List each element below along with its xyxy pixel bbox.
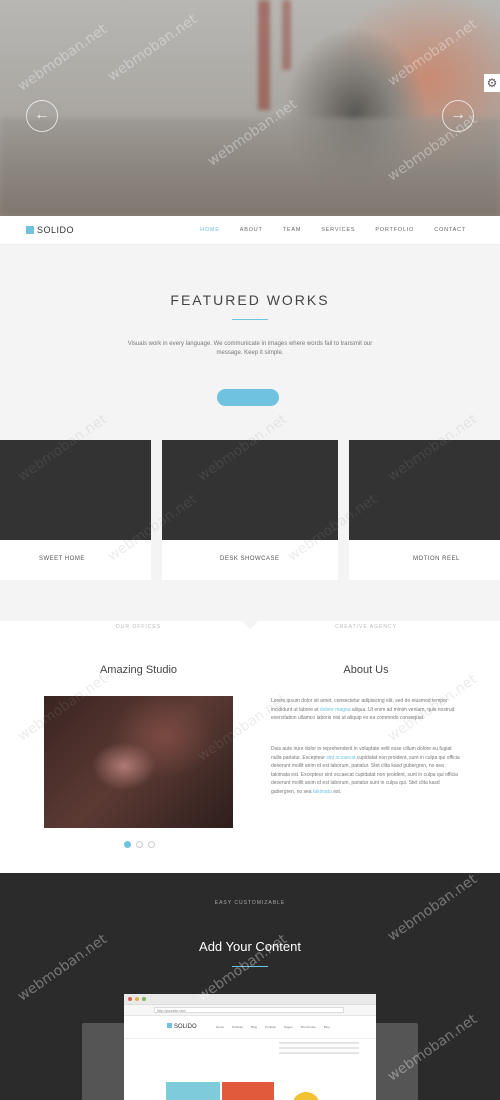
logo-icon — [26, 226, 34, 234]
mock-circle — [292, 1092, 320, 1100]
browser-addressbar: http://yoursite.com — [124, 1005, 376, 1016]
card-label: MOTION REEL — [413, 556, 460, 562]
mock-nav-link: Blog — [323, 1025, 330, 1029]
close-dot-icon — [128, 997, 132, 1001]
pagination-dot[interactable] — [136, 841, 143, 848]
nav-item-services[interactable]: SERVICES — [321, 227, 355, 233]
mock-nav-link: Home — [216, 1025, 225, 1029]
logo[interactable]: SOLIDO — [26, 225, 74, 235]
nav-item-about[interactable]: ABOUT — [240, 227, 263, 233]
gear-icon: ⚙ — [486, 76, 498, 90]
card-image — [349, 440, 500, 540]
pagination-dot[interactable] — [148, 841, 155, 848]
mock-line — [279, 1052, 359, 1054]
card-label: SWEET HOME — [39, 556, 85, 562]
card-image — [162, 440, 338, 540]
portfolio-card[interactable]: MOTION REEL — [349, 440, 500, 580]
mock-navbar: SOLIDO Home Portfolio Blog Portfolio Pag… — [124, 1016, 376, 1039]
section-description: Visuals work in every language. We commu… — [127, 341, 373, 356]
about-paragraph: Duis aute irure dolor in reprehenderit i… — [271, 745, 461, 796]
nav-item-home[interactable]: HOME — [200, 227, 220, 233]
mock-line — [279, 1047, 359, 1049]
browser-mockup: http://yoursite.com SOLIDO Home Portfoli… — [124, 994, 376, 1100]
logo-icon — [167, 1023, 172, 1028]
mock-nav-links: Home Portfolio Blog Portfolio Pages Shor… — [216, 1025, 330, 1029]
about-paragraph: Lorem ipsum dolor sit amet, consectetur … — [271, 697, 461, 723]
card-label: DESK SHOWCASE — [220, 556, 280, 562]
text: est. — [331, 788, 342, 795]
maximize-dot-icon — [142, 997, 146, 1001]
mock-nav-link: Pages — [284, 1025, 293, 1029]
browser-titlebar — [124, 994, 376, 1005]
portfolio-card[interactable]: DESK SHOWCASE — [162, 440, 338, 580]
section-title: FEATURED WORKS — [170, 292, 330, 308]
subheading: CREATIVE AGENCY — [335, 624, 397, 630]
customizable-section: EASY CUSTOMIZABLE Add Your Content http:… — [0, 873, 500, 1100]
mock-logo: SOLIDO — [167, 1023, 197, 1030]
settings-button[interactable]: ⚙ — [484, 74, 500, 92]
portfolio-card[interactable]: SWEET HOME — [0, 440, 151, 580]
bridge-tower — [258, 0, 270, 110]
nav-item-contact[interactable]: CONTACT — [434, 227, 466, 233]
card-image — [0, 440, 151, 540]
url-field: http://yoursite.com — [154, 1007, 344, 1013]
slider-pagination — [124, 841, 155, 848]
mock-text-lines — [279, 1042, 359, 1057]
minimize-dot-icon — [135, 997, 139, 1001]
pagination-dot[interactable] — [124, 841, 131, 848]
navbar: SOLIDO HOME ABOUT TEAM SERVICES PORTFOLI… — [0, 216, 500, 245]
prev-slide-button[interactable]: ← — [26, 100, 58, 132]
main-nav: HOME ABOUT TEAM SERVICES PORTFOLIO CONTA… — [180, 227, 466, 233]
mock-nav-link: Portfolio — [265, 1025, 277, 1029]
inline-link[interactable]: sint occaecat — [326, 755, 355, 761]
hero-slider: ← → ⚙ — [0, 0, 500, 216]
bridge-tower — [282, 0, 291, 70]
title-separator — [232, 319, 268, 320]
subheading: EASY CUSTOMIZABLE — [214, 900, 286, 906]
heading: Add Your Content — [199, 939, 301, 954]
studio-about-section: OUR OFFICES Amazing Studio CREATIVE AGEN… — [0, 621, 500, 873]
mock-nav-link: Shortcodes — [300, 1025, 316, 1029]
featured-works-section: FEATURED WORKS Visuals work in every lan… — [0, 245, 500, 621]
inline-link[interactable]: takimata — [313, 789, 332, 795]
studio-photo — [44, 696, 233, 828]
arrow-right-icon: → — [450, 106, 466, 123]
section-notch — [242, 621, 258, 629]
heading: About Us — [343, 664, 389, 676]
mock-logo-text: SOLIDO — [174, 1024, 197, 1030]
logo-text: SOLIDO — [37, 225, 75, 235]
next-slide-button[interactable]: → — [442, 100, 474, 132]
mock-nav-link: Portfolio — [232, 1025, 244, 1029]
hero-background — [0, 118, 500, 216]
arrow-left-icon: ← — [34, 106, 50, 123]
mock-tile — [166, 1082, 220, 1100]
nav-item-portfolio[interactable]: PORTFOLIO — [375, 227, 414, 233]
inline-link[interactable]: dolore magna — [320, 707, 351, 713]
subheading: OUR OFFICES — [115, 624, 162, 630]
title-separator — [232, 966, 268, 967]
nav-item-team[interactable]: TEAM — [283, 227, 301, 233]
mock-tile — [222, 1082, 274, 1100]
mock-line — [279, 1042, 359, 1044]
heading: Amazing Studio — [99, 664, 178, 676]
mock-nav-link: Blog — [251, 1025, 258, 1029]
cta-button[interactable] — [217, 389, 279, 406]
